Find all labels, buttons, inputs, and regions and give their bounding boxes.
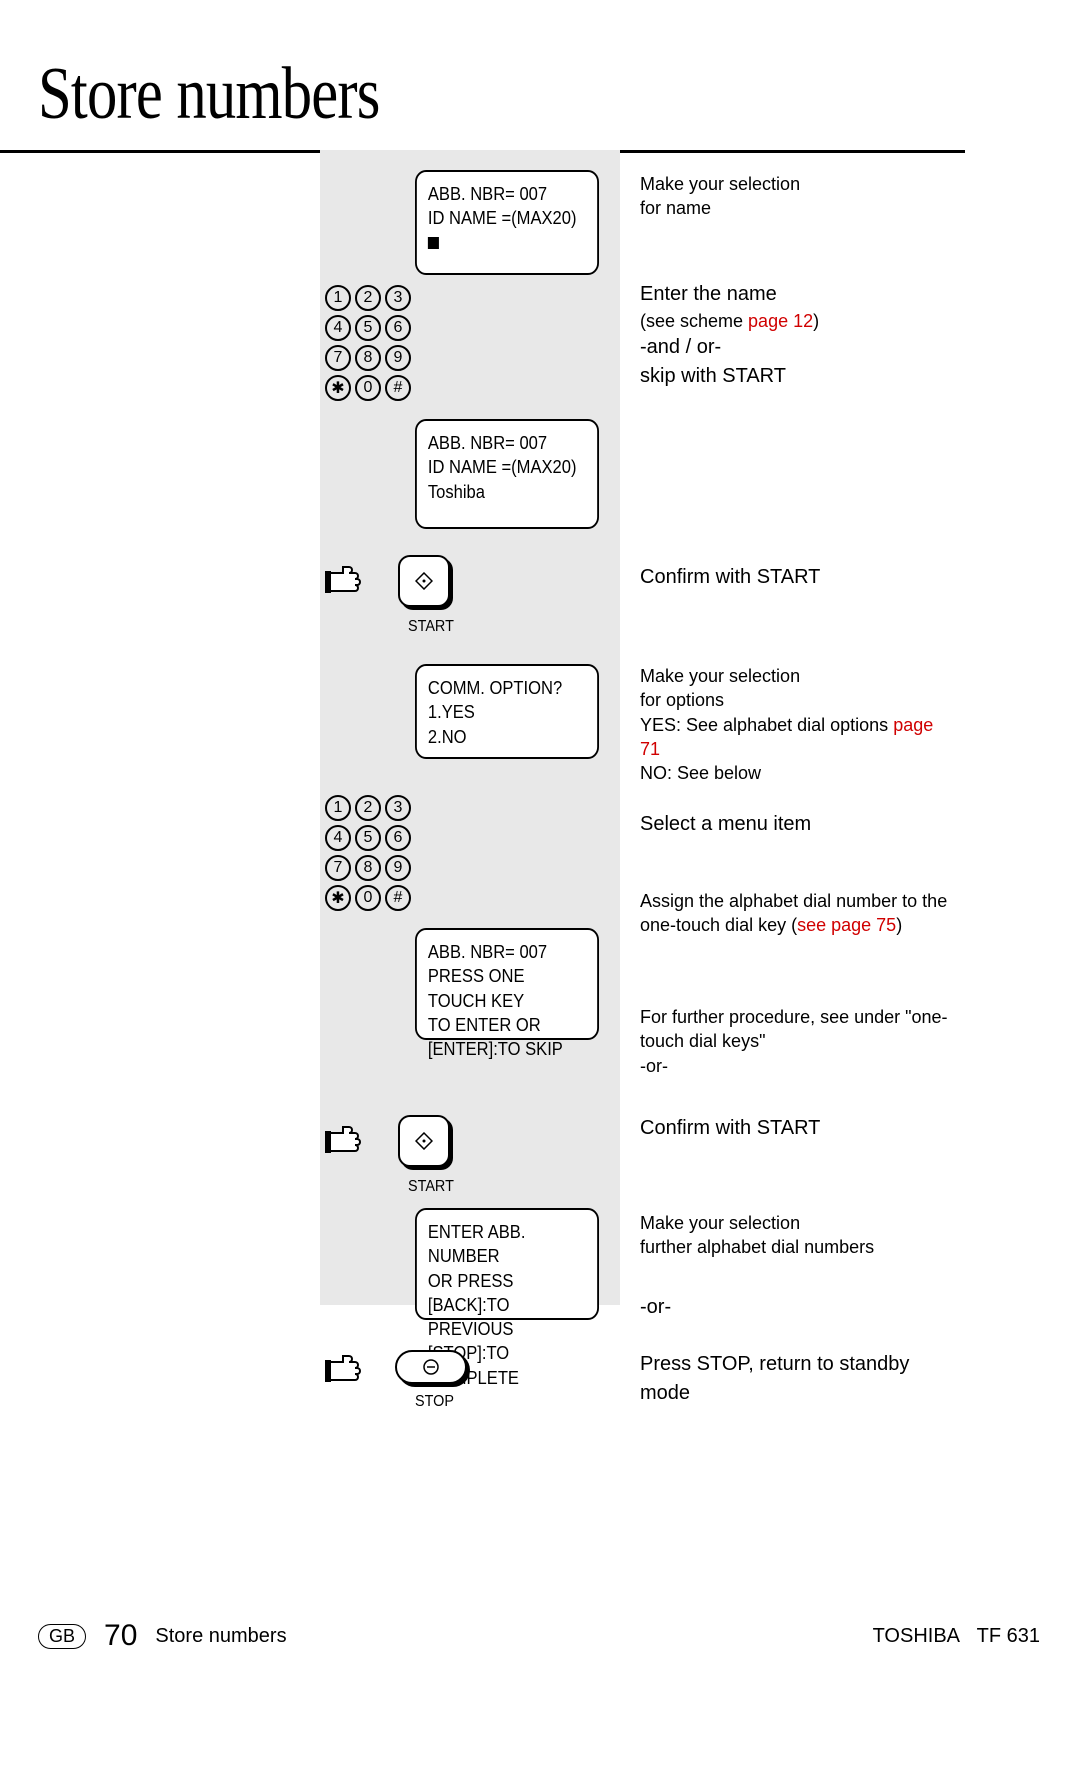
- lcd-line: ID NAME =(MAX20): [428, 206, 586, 230]
- instruction-text: Make your selection further alphabet dia…: [640, 1211, 940, 1260]
- start-diamond-icon: [415, 1132, 433, 1150]
- page-footer: GB 70 Store numbers TOSHIBA TF 631: [0, 1619, 1080, 1653]
- instruction-text: Select a menu item: [640, 810, 940, 839]
- instruction-text: Confirm with START: [640, 1114, 940, 1143]
- lcd-line: ABB. NBR= 007: [428, 431, 586, 455]
- text-line: further alphabet dial numbers: [640, 1235, 940, 1259]
- stop-label: STOP: [415, 1393, 454, 1411]
- text-line: For further procedure, see under "one-to…: [640, 1005, 960, 1054]
- lcd-display-1: ABB. NBR= 007 ID NAME =(MAX20): [415, 170, 599, 275]
- key-5[interactable]: 5: [355, 825, 381, 851]
- key-hash[interactable]: #: [385, 885, 411, 911]
- lcd-display-2: ABB. NBR= 007 ID NAME =(MAX20) Toshiba: [415, 419, 599, 529]
- key-9[interactable]: 9: [385, 345, 411, 371]
- text-line: -or-: [640, 1054, 940, 1078]
- start-label: START: [408, 618, 454, 636]
- key-2[interactable]: 2: [355, 285, 381, 311]
- lcd-line: ABB. NBR= 007: [428, 182, 586, 206]
- instruction-text: Enter the name (see scheme page 12) -and…: [640, 280, 940, 391]
- key-6[interactable]: 6: [385, 315, 411, 341]
- key-4[interactable]: 4: [325, 315, 351, 341]
- model-label: TF 631: [977, 1625, 1040, 1648]
- text-line: Press STOP, return to standby mode: [640, 1350, 960, 1408]
- key-hash[interactable]: #: [385, 375, 411, 401]
- instruction-text: Press STOP, return to standby mode: [640, 1350, 960, 1408]
- text-line: -and / or-: [640, 333, 940, 362]
- lcd-line: 1.YES: [428, 700, 586, 724]
- page-title: Store numbers: [38, 52, 380, 137]
- key-0[interactable]: 0: [355, 375, 381, 401]
- stop-octagon-icon: [422, 1358, 440, 1376]
- instruction-text: Confirm with START: [640, 563, 940, 592]
- key-4[interactable]: 4: [325, 825, 351, 851]
- text-line: Make your selection: [640, 1211, 940, 1235]
- page-link[interactable]: see page 75: [797, 915, 896, 935]
- lcd-display-5: ENTER ABB. NUMBER OR PRESS [BACK]:TO PRE…: [415, 1208, 599, 1320]
- instruction-text: For further procedure, see under "one-to…: [640, 1005, 940, 1078]
- keypad[interactable]: 1 2 3 4 5 6 7 8 9 ✱ 0 #: [325, 285, 411, 401]
- pointing-hand-icon: [325, 563, 379, 606]
- lcd-line: ID NAME =(MAX20): [428, 455, 586, 479]
- lcd-line: COMM. OPTION?: [428, 676, 586, 700]
- key-2[interactable]: 2: [355, 795, 381, 821]
- start-button[interactable]: [398, 1115, 450, 1167]
- key-8[interactable]: 8: [355, 855, 381, 881]
- text-line: Confirm with START: [640, 1114, 940, 1143]
- key-6[interactable]: 6: [385, 825, 411, 851]
- key-star[interactable]: ✱: [325, 375, 351, 401]
- instruction-text: -or-: [640, 1293, 940, 1322]
- text-line: Select a menu item: [640, 810, 940, 839]
- text-line: for name: [640, 196, 940, 220]
- text-line: Make your selection: [640, 172, 940, 196]
- lcd-line: PRESS ONE TOUCH KEY: [428, 964, 586, 1013]
- stop-button[interactable]: [395, 1350, 467, 1384]
- key-8[interactable]: 8: [355, 345, 381, 371]
- start-diamond-icon: [415, 572, 433, 590]
- lcd-line: OR PRESS: [428, 1269, 586, 1293]
- keypad[interactable]: 1 2 3 4 5 6 7 8 9 ✱ 0 #: [325, 795, 411, 911]
- text-line: -or-: [640, 1293, 940, 1322]
- text-line: Assign the alphabet dial number to the o…: [640, 889, 960, 938]
- lcd-line: 2.NO: [428, 725, 586, 749]
- lcd-line: Toshiba: [428, 480, 586, 504]
- key-7[interactable]: 7: [325, 345, 351, 371]
- text-line: Enter the name: [640, 280, 940, 309]
- pointing-hand-icon: [325, 1352, 379, 1395]
- lcd-line: ABB. NBR= 007: [428, 940, 586, 964]
- lcd-display-3: COMM. OPTION? 1.YES 2.NO: [415, 664, 599, 759]
- text-line: YES: See alphabet dial options page 71: [640, 713, 940, 762]
- brand-label: TOSHIBA: [873, 1625, 960, 1648]
- lcd-line: ENTER ABB. NUMBER: [428, 1220, 586, 1269]
- text-line: Make your selection: [640, 664, 940, 688]
- text-line: Confirm with START: [640, 563, 940, 592]
- key-7[interactable]: 7: [325, 855, 351, 881]
- key-9[interactable]: 9: [385, 855, 411, 881]
- instruction-text: Assign the alphabet dial number to the o…: [640, 889, 940, 938]
- text-line: (see scheme page 12): [640, 309, 940, 333]
- key-1[interactable]: 1: [325, 285, 351, 311]
- instruction-text: Make your selection for options YES: See…: [640, 664, 940, 785]
- lcd-line: [BACK]:TO PREVIOUS: [428, 1293, 586, 1342]
- key-star[interactable]: ✱: [325, 885, 351, 911]
- lcd-display-4: ABB. NBR= 007 PRESS ONE TOUCH KEY TO ENT…: [415, 928, 599, 1040]
- key-5[interactable]: 5: [355, 315, 381, 341]
- region-badge: GB: [38, 1624, 86, 1649]
- key-0[interactable]: 0: [355, 885, 381, 911]
- key-3[interactable]: 3: [385, 285, 411, 311]
- text-line: skip with START: [640, 362, 940, 391]
- key-3[interactable]: 3: [385, 795, 411, 821]
- cursor-icon: [428, 237, 439, 249]
- instruction-text: Make your selection for name: [640, 172, 940, 221]
- text-line: for options: [640, 688, 940, 712]
- section-label: Store numbers: [155, 1625, 286, 1648]
- page-link[interactable]: page 12: [748, 311, 813, 331]
- page-number: 70: [104, 1619, 137, 1653]
- pointing-hand-icon: [325, 1123, 379, 1166]
- start-label: START: [408, 1178, 454, 1196]
- start-button[interactable]: [398, 555, 450, 607]
- lcd-line: [ENTER]:TO SKIP: [428, 1037, 586, 1061]
- text-line: NO: See below: [640, 761, 940, 785]
- lcd-line: TO ENTER OR: [428, 1013, 586, 1037]
- key-1[interactable]: 1: [325, 795, 351, 821]
